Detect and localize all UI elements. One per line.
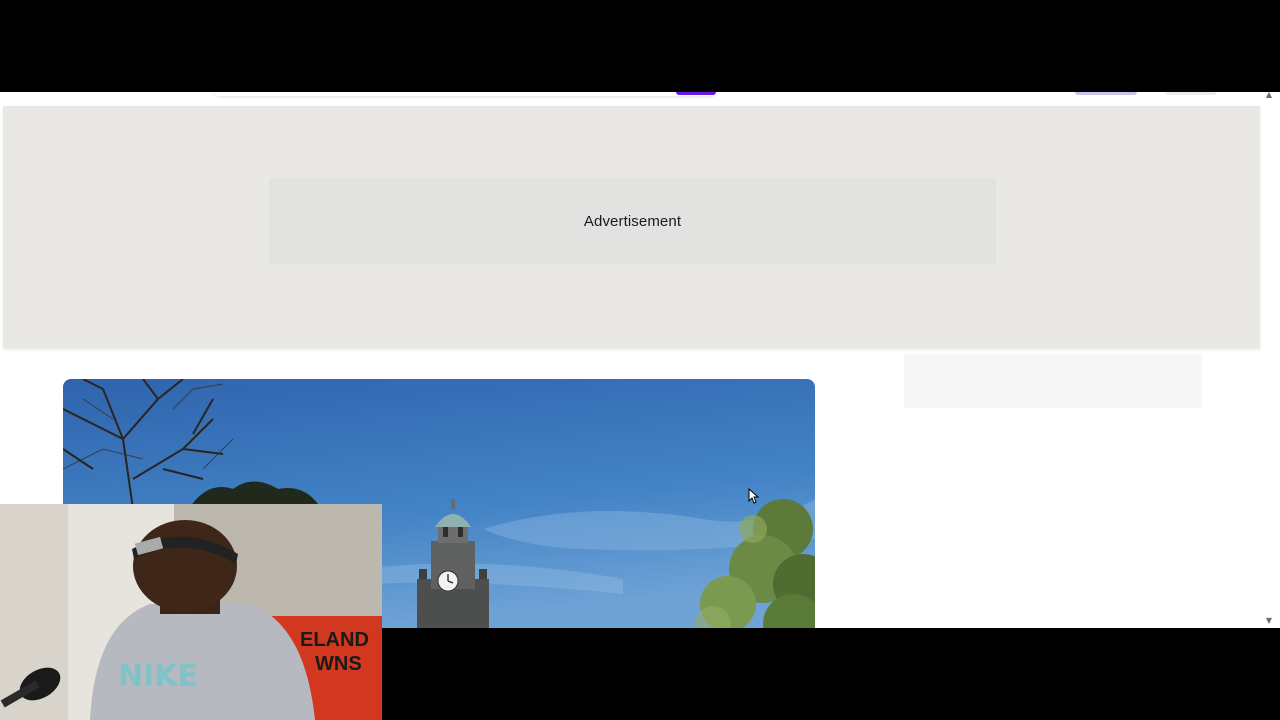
advertisement-label: Advertisement <box>583 212 682 230</box>
svg-text:WNS: WNS <box>315 653 362 675</box>
search-bar-edge[interactable] <box>215 92 715 96</box>
advertisement-slot[interactable]: Advertisement <box>269 178 996 264</box>
mouse-cursor-icon <box>748 487 760 504</box>
header-button-edge[interactable] <box>1075 92 1137 95</box>
shirt-text: NIKE <box>118 659 198 694</box>
webcam-feed-svg: ELAND WNS NIKE <box>0 504 382 720</box>
scroll-up-icon[interactable]: ▲ <box>1263 92 1275 100</box>
page-scrollbar[interactable] <box>1262 92 1280 628</box>
advertisement-band: Advertisement <box>3 106 1260 348</box>
scroll-down-icon[interactable]: ▼ <box>1263 616 1275 626</box>
site-header-remnant <box>0 92 1262 106</box>
header-button-edge-secondary[interactable] <box>1165 92 1217 95</box>
webcam-overlay: ELAND WNS NIKE <box>0 504 382 720</box>
jersey-text: ELAND <box>300 629 369 651</box>
sidebar-placeholder <box>904 354 1202 408</box>
letterbox-top <box>0 0 1280 92</box>
search-button-edge[interactable] <box>676 92 716 95</box>
